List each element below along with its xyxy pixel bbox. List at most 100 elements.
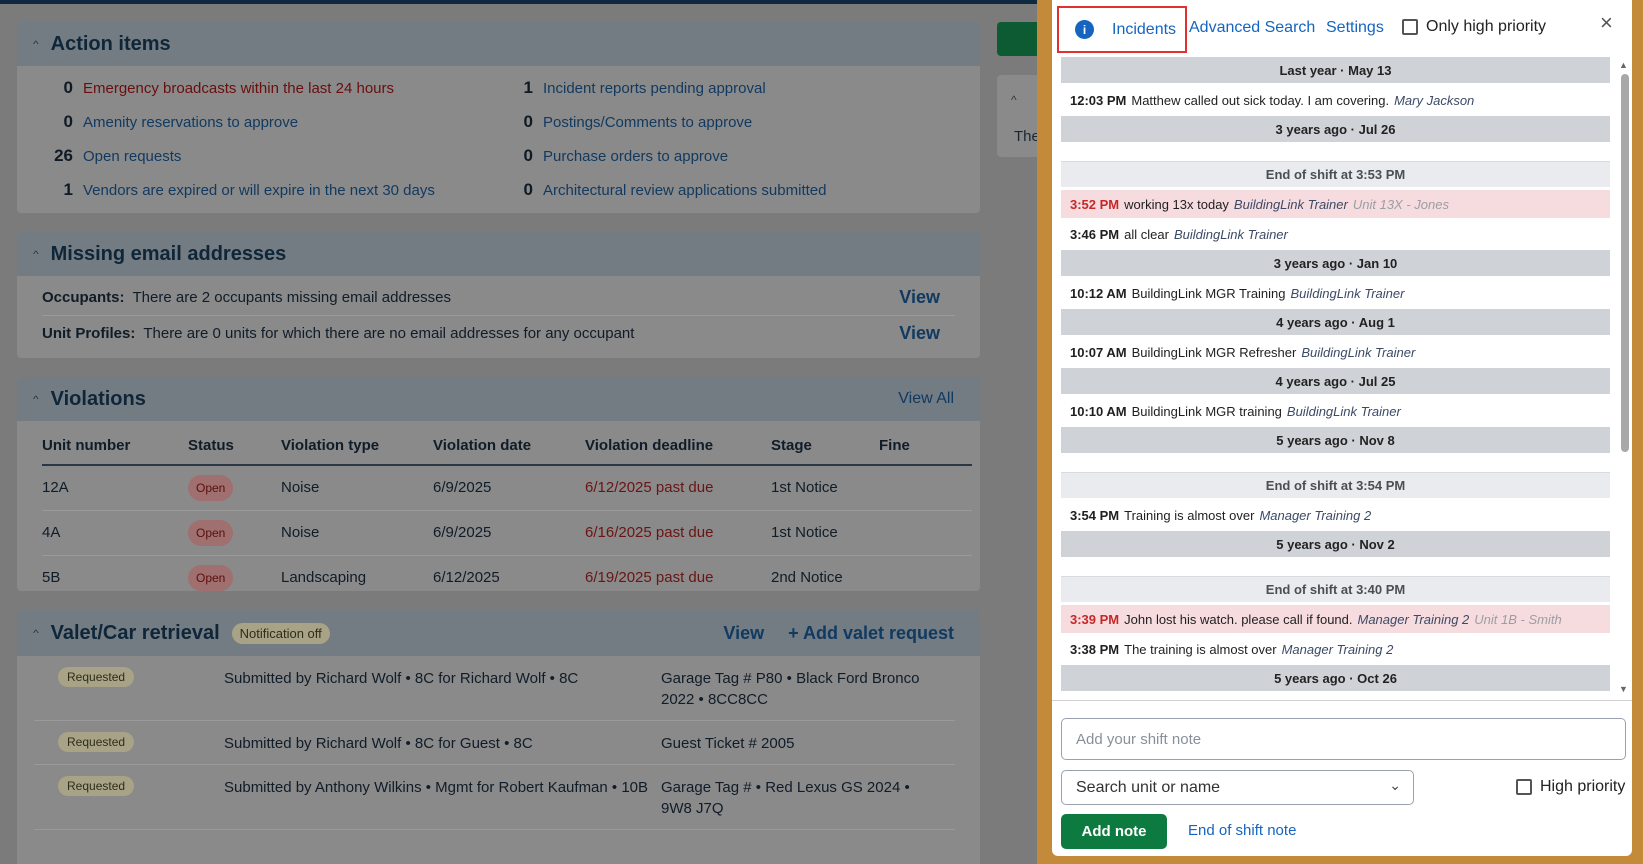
table-row[interactable]: 5B Open Landscaping 6/12/2025 6/19/2025 past… <box>42 555 972 591</box>
status-badge: Requested <box>58 732 135 752</box>
action-item[interactable]: 1 Incident reports pending approval <box>499 78 959 98</box>
note-time: 10:07 AM <box>1070 344 1127 360</box>
cell-text-type: Noise <box>281 524 320 541</box>
action-item[interactable]: 0 Postings/Comments to approve <box>499 112 959 132</box>
date-separator: 5 years ago · Nov 2 <box>1061 531 1610 557</box>
scroll-up-icon[interactable]: ▲ <box>1619 60 1628 70</box>
column-header[interactable]: Unit number <box>42 427 188 466</box>
table-cell-unit: 5B <box>42 555 188 591</box>
side-panel-text: The <box>1014 128 1040 145</box>
column-header[interactable]: Status <box>188 427 281 466</box>
shift-note-input[interactable] <box>1061 718 1626 760</box>
view-all-link[interactable]: View All <box>898 390 954 408</box>
action-item[interactable]: 0 Purchase orders to approve <box>499 146 959 166</box>
table-row[interactable]: 12A Open Noise 6/9/2025 6/12/2025 past due 1s… <box>42 465 972 511</box>
valet-tag: Garage Tag # • Red Lexus GS 2024 • 9W8 J… <box>661 779 910 817</box>
action-item-link[interactable]: Postings/Comments to approve <box>543 114 752 131</box>
note-time: 10:10 AM <box>1070 403 1127 419</box>
valet-row[interactable]: Requested Submitted by Richard Wolf • 8C … <box>34 721 955 765</box>
shift-note[interactable]: 3:54 PM Training is almost over Manager Tr… <box>1061 501 1610 529</box>
violations-table: Unit number Status Violation type Violation… <box>42 427 972 591</box>
action-items-header[interactable]: ^ Action items <box>17 22 980 66</box>
column-header[interactable]: Violation type <box>281 427 433 466</box>
column-header[interactable]: Stage <box>771 427 879 466</box>
note-time: 3:52 PM <box>1070 196 1120 212</box>
valet-header[interactable]: ^ Valet/Car retrieval Notification off V… <box>17 610 980 656</box>
violations-header[interactable]: ^ Violations View All <box>17 377 980 421</box>
shift-note[interactable]: 10:07 AM BuildingLink MGR Refresher Buildi… <box>1061 338 1610 366</box>
collapse-chevron-icon[interactable]: ^ <box>33 393 39 404</box>
shift-note[interactable]: 10:10 AM BuildingLink MGR training Buildin… <box>1061 397 1610 425</box>
note-time: 3:39 PM <box>1070 611 1120 627</box>
missing-email-row: Unit Profiles: There are 0 units for whi… <box>42 315 955 351</box>
note-unit: Unit 13X - Jones <box>1352 196 1449 212</box>
collapse-chevron-icon[interactable]: ^ <box>33 248 39 259</box>
tab-settings[interactable]: Settings <box>1326 19 1384 37</box>
missing-email-header[interactable]: ^ Missing email addresses <box>17 232 980 276</box>
green-action-button[interactable] <box>997 22 1040 56</box>
tab-advanced-search[interactable]: Advanced Search <box>1189 19 1315 37</box>
collapse-chevron-icon[interactable]: ^ <box>33 627 39 638</box>
action-item-link[interactable]: Purchase orders to approve <box>543 148 728 165</box>
column-header[interactable]: Fine <box>879 427 972 466</box>
action-item[interactable]: 0 Architectural review applications submi… <box>499 180 959 200</box>
view-link[interactable]: View <box>899 287 940 308</box>
action-item[interactable]: 1 Vendors are expired or will expire in t… <box>39 180 499 200</box>
row-label: Occupants: <box>42 288 125 306</box>
valet-view-link[interactable]: View <box>723 623 764 644</box>
close-icon[interactable]: × <box>1600 10 1613 36</box>
add-valet-request-link[interactable]: + Add valet request <box>788 623 954 644</box>
only-high-priority-checkbox[interactable] <box>1402 19 1418 35</box>
shift-log-feed[interactable]: Last year · May 13 12:03 PM Matthew called… <box>1061 57 1610 692</box>
column-header[interactable]: Violation date <box>433 427 585 466</box>
collapse-chevron-icon[interactable]: ^ <box>1011 93 1017 107</box>
action-item[interactable]: 26 Open requests <box>39 146 499 166</box>
unit-search-select[interactable]: Search unit or name ⌄ <box>1061 770 1414 805</box>
date-separator: 3 years ago · Jul 26 <box>1061 116 1610 142</box>
cell-text-deadline: 6/12/2025 past due <box>585 479 714 497</box>
table-row[interactable]: 4A Open Noise 6/9/2025 6/16/2025 past due 1st… <box>42 510 972 556</box>
shift-note[interactable]: 3:46 PM all clear BuildingLink Trainer <box>1061 220 1610 248</box>
feed-scrollbar[interactable]: ▲ ▼ <box>1619 60 1629 694</box>
note-text: Training is almost over <box>1124 507 1255 523</box>
high-priority-note[interactable]: 3:52 PM working 13x today BuildingLink Tra… <box>1061 190 1610 218</box>
tab-incidents-label: Incidents <box>1112 20 1177 38</box>
add-note-button[interactable]: Add note <box>1061 814 1167 849</box>
note-time: 12:03 PM <box>1070 92 1127 108</box>
collapse-chevron-icon[interactable]: ^ <box>33 38 39 49</box>
note-author: BuildingLink Trainer <box>1233 196 1348 212</box>
column-header[interactable]: Violation deadline <box>585 427 771 466</box>
note-author: BuildingLink Trainer <box>1301 344 1416 360</box>
scroll-down-icon[interactable]: ▼ <box>1619 684 1628 694</box>
valet-submitted-by: Submitted by Richard Wolf • 8C for Richa… <box>224 670 579 687</box>
table-cell-type: Noise <box>281 465 433 511</box>
end-of-shift-note-link[interactable]: End of shift note <box>1188 822 1296 839</box>
action-item[interactable]: 0 Amenity reservations to approve <box>39 112 499 132</box>
action-item-link[interactable]: Incident reports pending approval <box>543 80 766 97</box>
cell-text-deadline: 6/16/2025 past due <box>585 524 714 541</box>
high-priority-checkbox[interactable] <box>1516 779 1532 795</box>
action-item-link[interactable]: Amenity reservations to approve <box>83 114 298 131</box>
action-items-list: 0 Emergency broadcasts within the last 24… <box>17 66 980 200</box>
action-item-link[interactable]: Open requests <box>83 148 181 165</box>
scroll-thumb[interactable] <box>1621 74 1629 452</box>
cell-text-deadline: 6/19/2025 past due <box>585 569 714 587</box>
action-item-link[interactable]: Architectural review applications submit… <box>543 182 826 199</box>
view-link[interactable]: View <box>899 323 940 344</box>
valet-row[interactable]: Requested Submitted by Richard Wolf • 8C … <box>34 656 955 721</box>
top-bar <box>0 0 1040 4</box>
action-item-link[interactable]: Emergency broadcasts within the last 24 … <box>83 80 394 97</box>
shift-note[interactable]: 12:03 PM Matthew called out sick today. I… <box>1061 86 1610 114</box>
table-cell-deadline: 6/12/2025 past due <box>585 465 771 511</box>
action-item-link[interactable]: Vendors are expired or will expire in th… <box>83 182 435 199</box>
valet-row[interactable]: Requested Submitted by Anthony Wilkins • … <box>34 765 955 830</box>
action-item[interactable]: 0 Emergency broadcasts within the last 24… <box>39 78 499 98</box>
high-priority-note[interactable]: 3:39 PM John lost his watch. please call … <box>1061 605 1610 633</box>
note-text: BuildingLink MGR Refresher <box>1131 344 1297 360</box>
tab-incidents[interactable]: i Incidents <box>1057 6 1187 53</box>
high-priority-toggle[interactable]: High priority <box>1516 778 1625 796</box>
shift-note[interactable]: 3:38 PM The training is almost over Manage… <box>1061 635 1610 663</box>
only-high-priority-toggle[interactable]: Only high priority <box>1402 18 1546 36</box>
shift-note[interactable]: 10:12 AM BuildingLink MGR Training Buildin… <box>1061 279 1610 307</box>
